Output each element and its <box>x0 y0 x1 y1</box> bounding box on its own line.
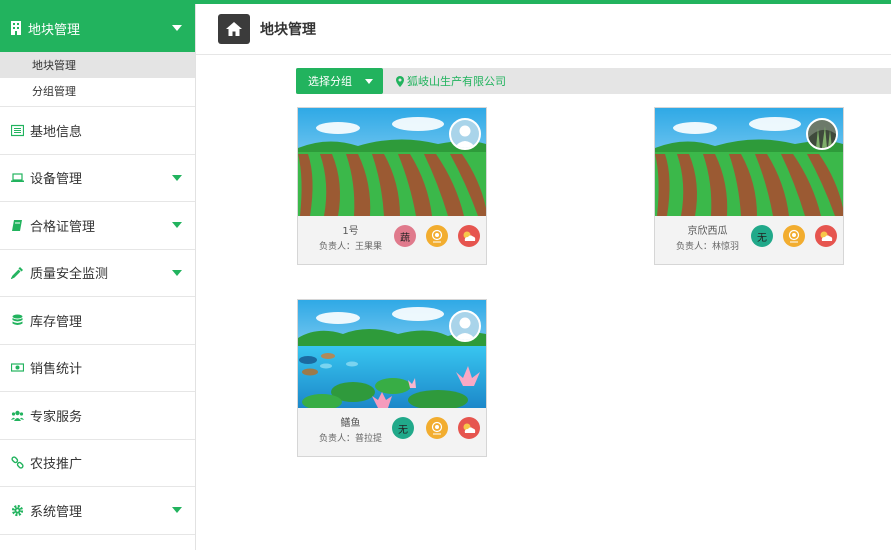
company-name: 狐岐山生产有限公司 <box>407 75 506 88</box>
submenu-item-label: 地块管理 <box>32 59 76 72</box>
database-icon <box>12 314 23 325</box>
sidebar-item-label: 库存管理 <box>30 314 83 330</box>
sidebar-item-label: 地块管理 <box>28 22 81 38</box>
page-title: 地块管理 <box>260 22 316 38</box>
avatar <box>449 118 481 150</box>
plot-owner: 负责人：林惊羽 <box>675 242 739 252</box>
page-header: 地块管理 <box>196 4 891 55</box>
submenu-item-plot-management[interactable]: 地块管理 <box>0 52 195 78</box>
sidebar-item-inventory[interactable]: 库存管理 <box>0 297 195 345</box>
plot-card[interactable]: 鳝鱼 负责人：普拉提 无 <box>297 299 487 457</box>
building-icon <box>11 21 21 35</box>
sidebar-item-label: 合格证管理 <box>30 219 96 235</box>
weather-icon[interactable] <box>458 225 480 247</box>
monitor-camera-icon[interactable] <box>426 417 448 439</box>
plot-owner: 负责人：普拉提 <box>318 434 382 444</box>
select-group-label: 选择分组 <box>308 75 352 88</box>
weather-icon[interactable] <box>458 417 480 439</box>
weather-icon[interactable] <box>815 225 837 247</box>
submenu-item-label: 分组管理 <box>32 85 76 98</box>
card-info: 1号 负责人：王果果 蔬 <box>298 216 486 264</box>
chevron-down-icon <box>172 222 182 229</box>
crop-type-badge[interactable]: 无 <box>392 417 414 439</box>
chevron-down-icon <box>172 174 182 181</box>
sidebar-item-device-management[interactable]: 设备管理 <box>0 155 195 202</box>
plot-card[interactable]: 1号 负责人：王果果 蔬 <box>297 107 487 265</box>
plot-name: 鳝鱼 <box>340 418 361 429</box>
sidebar-item-system-management[interactable]: 系统管理 <box>0 487 195 535</box>
book-icon <box>12 219 22 231</box>
chevron-down-icon <box>365 79 373 84</box>
crop-type-badge[interactable]: 蔬 <box>394 225 416 247</box>
sidebar-item-label: 系统管理 <box>30 504 83 520</box>
plot-name: 京欣西瓜 <box>687 226 728 237</box>
avatar <box>806 118 838 150</box>
eyedropper-icon <box>11 267 23 280</box>
sidebar-item-plot-management[interactable]: 地块管理 <box>0 4 195 52</box>
money-icon <box>11 363 24 372</box>
sidebar-item-label: 销售统计 <box>30 362 83 378</box>
card-info: 鳝鱼 负责人：普拉提 无 <box>298 408 486 456</box>
plot-card[interactable]: 京欣西瓜 负责人：林惊羽 无 <box>654 107 844 265</box>
crop-type-badge[interactable]: 无 <box>751 225 773 247</box>
submenu: 地块管理 分组管理 <box>0 52 195 107</box>
avatar <box>449 310 481 342</box>
map-pin-icon <box>396 75 404 87</box>
sidebar-item-sales-stats[interactable]: 销售统计 <box>0 345 195 392</box>
sidebar-item-base-info[interactable]: 基地信息 <box>0 107 195 155</box>
sidebar-item-label: 基地信息 <box>30 124 83 140</box>
sidebar-item-label: 设备管理 <box>30 172 83 188</box>
chevron-down-icon <box>172 507 182 514</box>
sidebar-item-label: 专家服务 <box>30 409 83 425</box>
sidebar-item-certificate-management[interactable]: 合格证管理 <box>0 202 195 250</box>
submenu-item-group-management[interactable]: 分组管理 <box>0 78 195 104</box>
sidebar-item-label: 质量安全监测 <box>30 267 109 283</box>
sidebar-item-agri-promotion[interactable]: 农技推广 <box>0 440 195 487</box>
sidebar-item-quality-monitoring[interactable]: 质量安全监测 <box>0 250 195 297</box>
users-icon <box>11 410 24 421</box>
laptop-icon <box>11 173 24 183</box>
select-group-dropdown[interactable]: 选择分组 <box>296 68 383 94</box>
plot-owner: 负责人：王果果 <box>318 242 382 252</box>
sidebar-item-label: 农技推广 <box>30 457 83 473</box>
plot-name: 1号 <box>342 226 359 237</box>
list-icon <box>11 124 24 136</box>
home-button[interactable] <box>218 14 250 44</box>
toolbar: 选择分组 狐岐山生产有限公司 <box>296 68 891 94</box>
monitor-camera-icon[interactable] <box>783 225 805 247</box>
sidebar: 地块管理 地块管理 分组管理 基地信息 设备管理 合格证管理 质量安全监测 库存… <box>0 4 196 550</box>
home-icon <box>226 22 242 36</box>
gear-icon <box>11 504 24 516</box>
card-info: 京欣西瓜 负责人：林惊羽 无 <box>655 216 843 264</box>
link-icon <box>11 456 24 469</box>
chevron-down-icon <box>172 25 182 31</box>
sidebar-item-expert-service[interactable]: 专家服务 <box>0 392 195 440</box>
monitor-camera-icon[interactable] <box>426 225 448 247</box>
chevron-down-icon <box>172 269 182 276</box>
company-location: 狐岐山生产有限公司 <box>396 68 506 94</box>
